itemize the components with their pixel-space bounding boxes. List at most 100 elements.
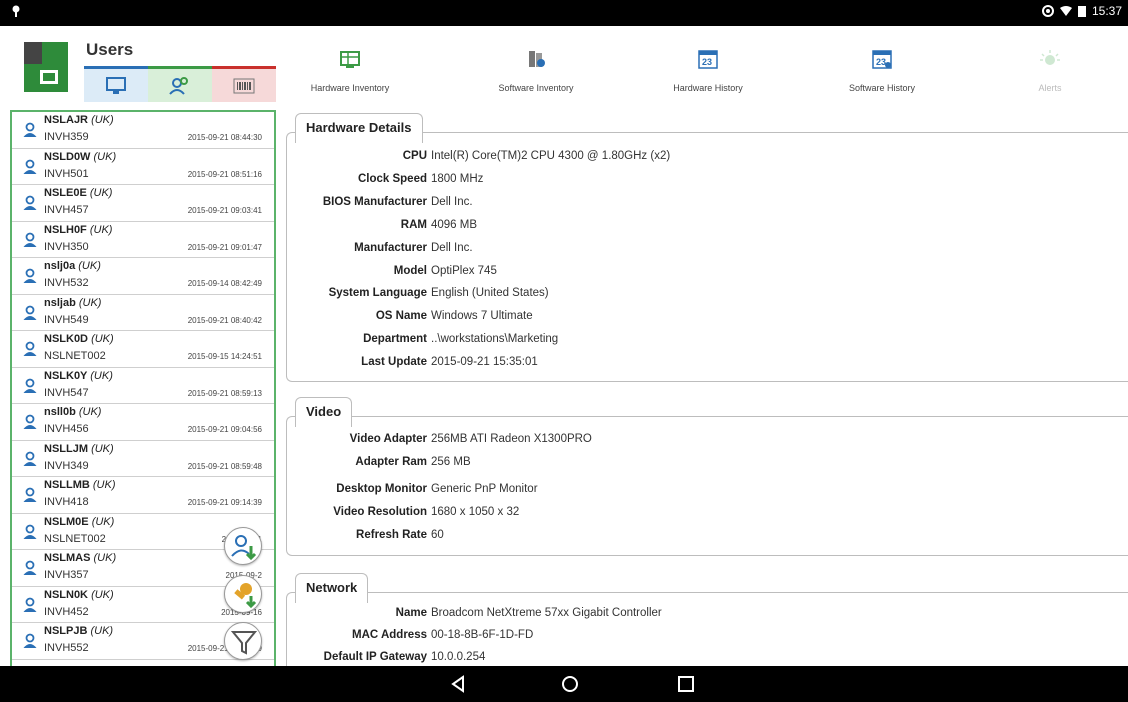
hardware-value: Windows 7 Ultimate — [431, 310, 533, 323]
hardware-key: Department — [363, 333, 427, 346]
user-list-item[interactable]: NSLK0D (UK) NSLNET002 2015-09-15 14:24:51 — [12, 331, 274, 368]
network-value: Broadcom NetXtreme 57xx Gigabit Controll… — [431, 607, 662, 619]
monitor-icon — [106, 76, 126, 94]
user-name: NSLM0E (UK) — [44, 515, 115, 528]
alerts-button[interactable]: Alerts — [990, 46, 1110, 93]
video-key: Video Adapter — [349, 433, 427, 445]
software-history-icon: 23 — [872, 50, 892, 69]
user-last-seen: 2015-09-21 09:03:41 — [187, 206, 262, 215]
tab-users[interactable] — [148, 66, 212, 102]
user-last-seen: 2015-09-21 08:59:48 — [187, 461, 262, 471]
user-list-item[interactable]: NSLK0Y (UK) INVH547 2015-09-21 08:59:13 — [12, 368, 274, 404]
user-name: nslj0a (UK) — [44, 260, 101, 272]
user-icon — [23, 597, 37, 612]
user-last-seen: 2015-09-21 09:04:56 — [187, 425, 262, 434]
hardware-key: BIOS Manufacturer — [322, 195, 427, 208]
user-device: NSLNET002 — [44, 532, 106, 545]
toolbar: Hardware Inventory Software Inventory 23… — [290, 46, 1128, 102]
user-download-button[interactable] — [224, 527, 262, 565]
user-list-item[interactable]: nsll0b (UK) INVH456 2015-09-21 09:04:56 — [12, 404, 274, 441]
network-title: Network — [295, 573, 369, 603]
network-value: 00-18-8B-6F-1D-FD — [431, 629, 534, 641]
user-device: INVH359 — [44, 131, 89, 143]
hardware-value: 2015-09-21 15:35:01 — [431, 356, 538, 369]
hardware-value: OptiPlex 745 — [431, 264, 497, 277]
user-last-seen: 2015-09-21 08:44:30 — [187, 133, 262, 142]
home-icon[interactable] — [560, 674, 580, 694]
hardware-key: Manufacturer — [354, 241, 427, 254]
user-icon — [23, 524, 37, 539]
video-key: Video Resolution — [333, 506, 427, 518]
video-value: 1680 x 1050 x 32 — [431, 506, 520, 518]
app-logo — [24, 42, 68, 92]
video-title: Video — [295, 397, 353, 427]
hardware-key: Model — [393, 264, 427, 277]
user-icon — [23, 341, 37, 356]
user-icon — [23, 414, 37, 429]
user-list-item[interactable]: nslj0a (UK) INVH532 2015-09-14 08:42:49 — [12, 258, 274, 295]
user-device: INVH552 — [44, 642, 89, 654]
user-name: nsljab (UK) — [44, 296, 102, 309]
user-device: INVH532 — [44, 277, 89, 289]
users-title: Users — [86, 40, 134, 59]
software-history-button[interactable]: 23 Software History — [822, 46, 942, 93]
user-device: INVH549 — [44, 313, 89, 326]
hardware-value: Dell Inc. — [431, 195, 473, 208]
user-icon — [23, 232, 37, 247]
user-name: NSLD0W (UK) — [44, 150, 117, 163]
user-last-seen: 2015-09-21 09:14:39 — [187, 498, 262, 507]
hardware-key: Last Update — [361, 356, 427, 369]
video-key: Refresh Rate — [356, 529, 427, 541]
user-name: NSLLJM (UK) — [44, 442, 114, 455]
battery-icon — [1077, 6, 1086, 17]
video-key: Desktop Monitor — [336, 483, 427, 495]
user-device: INVH349 — [44, 459, 89, 472]
user-last-seen: 2015-09-21 08:51:16 — [187, 169, 262, 179]
video-value: Generic PnP Monitor — [431, 483, 538, 495]
user-icon — [23, 487, 37, 502]
tab-computers[interactable] — [84, 66, 148, 102]
user-icon — [23, 560, 37, 575]
user-list-item[interactable]: NSLAJR (UK) INVH359 2015-09-21 08:44:30 — [12, 112, 274, 149]
video-value: 256 MB — [431, 456, 471, 468]
hardware-value: 1800 MHz — [431, 172, 484, 185]
user-last-seen: 2015-09-21 08:59:13 — [187, 388, 262, 398]
android-nav-bar — [0, 666, 1128, 702]
user-list-item[interactable]: NSLLJM (UK) INVH349 2015-09-21 08:59:48 — [12, 441, 274, 477]
hardware-value: 4096 MB — [431, 218, 478, 231]
user-list-item[interactable]: nsljab (UK) INVH549 2015-09-21 08:40:42 — [12, 295, 274, 331]
user-name: NSLE0E (UK) — [44, 187, 113, 199]
filter-button[interactable] — [224, 622, 262, 660]
software-inventory-button[interactable]: Software Inventory — [476, 46, 596, 93]
hardware-key: OS Name — [375, 310, 427, 323]
hardware-key: RAM — [400, 218, 427, 231]
hardware-details-panel: Hardware Details CPU Intel(R) Core(TM)2 C… — [286, 113, 1128, 382]
recents-icon[interactable] — [676, 674, 696, 694]
user-device: NSLNET002 — [44, 350, 106, 362]
hardware-inventory-button[interactable]: Hardware Inventory — [290, 46, 410, 93]
tab-assets[interactable] — [212, 66, 276, 102]
data-sync-icon — [1041, 5, 1054, 17]
user-list-item[interactable]: NSLH0F (UK) INVH350 2015-09-21 09:01:47 — [12, 222, 274, 258]
barcode-icon — [233, 78, 255, 93]
hardware-history-button[interactable]: 23 Hardware History — [648, 46, 768, 93]
user-last-seen: 2015-09-21 09:01:47 — [187, 242, 262, 252]
user-list-item[interactable]: NSLD0W (UK) INVH501 2015-09-21 08:51:16 — [12, 149, 274, 185]
network-key: Name — [395, 607, 427, 619]
hardware-value: Intel(R) Core(TM)2 CPU 4300 @ 1.80GHz (x… — [431, 150, 671, 162]
user-icon — [23, 122, 37, 137]
hardware-key: System Language — [328, 287, 427, 300]
wifi-icon — [1059, 6, 1072, 16]
user-name: NSLN0K (UK) — [44, 588, 114, 601]
user-list-item[interactable]: NSLLMB (UK) INVH418 2015-09-21 09:14:39 — [12, 477, 274, 514]
user-last-seen: 2015-09-14 08:42:49 — [187, 279, 262, 288]
network-key: Default IP Gateway — [323, 651, 427, 663]
key-download-button[interactable] — [224, 575, 262, 613]
hardware-key: Clock Speed — [357, 172, 427, 185]
user-name: NSLMAS (UK) — [44, 552, 117, 564]
user-name: NSLLMB (UK) — [44, 479, 116, 491]
network-panel: Network Name Broadcom NetXtreme 57xx Giga… — [286, 573, 1128, 672]
user-list-item[interactable]: NSLE0E (UK) INVH457 2015-09-21 09:03:41 — [12, 185, 274, 222]
back-icon[interactable] — [448, 674, 468, 694]
hardware-inventory-icon — [340, 51, 360, 68]
